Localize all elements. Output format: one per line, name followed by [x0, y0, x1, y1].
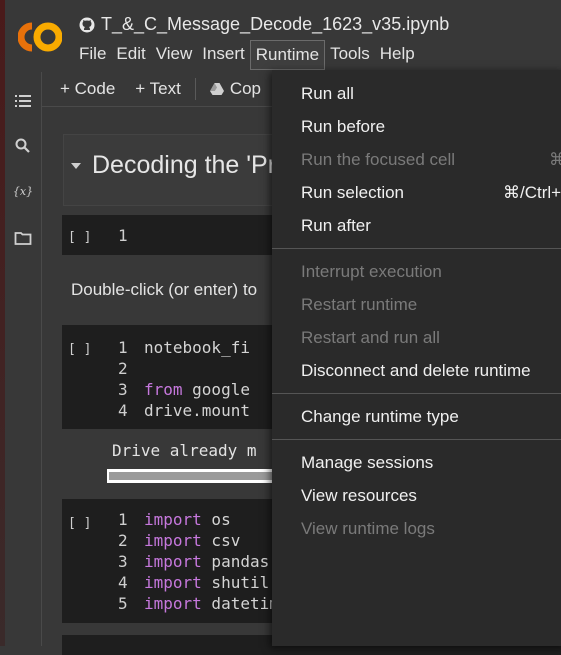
- menu-item-disconnect-and-delete-runtime[interactable]: Disconnect and delete runtime: [301, 361, 531, 381]
- collapse-caret-icon[interactable]: [71, 163, 81, 169]
- code-keyword: import: [144, 531, 202, 550]
- line-number: 4: [118, 401, 128, 420]
- menu-insert[interactable]: Insert: [197, 40, 250, 70]
- shortcut-run-selection: ⌘/Ctrl+: [503, 183, 561, 202]
- cell-output: Drive already m: [112, 441, 257, 460]
- menu-item-view-resources[interactable]: View resources: [301, 486, 417, 506]
- code-keyword: from: [144, 380, 183, 399]
- run-cell-button[interactable]: [ ]: [68, 516, 91, 531]
- github-icon: [79, 17, 95, 32]
- add-code-button[interactable]: + Code: [50, 79, 125, 99]
- menu-item-interrupt-execution: Interrupt execution: [301, 262, 442, 281]
- code-text: shutil: [201, 573, 270, 592]
- menu-item-run-selection[interactable]: Run selection: [301, 183, 404, 203]
- code-text: google: [182, 380, 250, 399]
- menu-item-run-all[interactable]: Run all: [301, 84, 354, 104]
- menu-item-change-runtime-type[interactable]: Change runtime type: [301, 407, 459, 427]
- menu-file[interactable]: File: [74, 40, 111, 70]
- line-number: 2: [118, 359, 128, 378]
- line-number: 4: [118, 573, 128, 592]
- output-progress-bar: [107, 469, 287, 483]
- menu-runtime[interactable]: Runtime: [249, 40, 326, 70]
- add-text-button[interactable]: + Text: [125, 79, 191, 99]
- drive-icon: [209, 83, 224, 95]
- menu-divider: [272, 393, 561, 394]
- search-icon[interactable]: [14, 137, 32, 155]
- code-keyword: import: [144, 510, 202, 529]
- menu-item-run-before[interactable]: Run before: [301, 117, 385, 137]
- menu-view[interactable]: View: [151, 40, 198, 70]
- code-text: pandas: [201, 552, 279, 571]
- line-number: 1: [118, 226, 128, 245]
- menu-item-run-focused-cell: Run the focused cell: [301, 150, 456, 169]
- text-cell[interactable]: Double-click (or enter) to: [71, 280, 257, 300]
- line-number: 2: [118, 531, 128, 550]
- variables-icon[interactable]: {x}: [14, 182, 32, 200]
- runtime-menu: Run all Run before Run the focused cell …: [272, 70, 561, 646]
- notebook-title[interactable]: T_&_C_Message_Decode_1623_v35.ipynb: [101, 14, 449, 35]
- menu-edit[interactable]: Edit: [111, 40, 150, 70]
- menu-item-run-after[interactable]: Run after: [301, 216, 371, 236]
- toolbar-divider: [194, 78, 196, 100]
- line-number: 3: [118, 380, 128, 399]
- colab-logo-icon[interactable]: [18, 22, 62, 52]
- svg-text:{x}: {x}: [14, 185, 32, 198]
- menu-help[interactable]: Help: [375, 40, 420, 70]
- code-line: notebook_fi: [144, 338, 250, 357]
- code-line: drive.mount: [144, 401, 250, 420]
- run-cell-button[interactable]: [ ]: [68, 230, 91, 245]
- run-cell-button[interactable]: [ ]: [68, 342, 91, 357]
- code-keyword: import: [144, 552, 202, 571]
- menu-item-restart-and-run-all: Restart and run all: [301, 328, 440, 347]
- line-number: 5: [118, 594, 128, 613]
- folder-icon[interactable]: [14, 229, 32, 247]
- menu-bar: File Edit View Insert Runtime Tools Help: [74, 40, 420, 70]
- copy-to-drive-button[interactable]: Cop: [200, 79, 271, 99]
- shortcut-run-focused-cell: ⌘: [549, 150, 561, 169]
- code-keyword: import: [144, 573, 202, 592]
- table-of-contents-icon[interactable]: [14, 92, 32, 110]
- code-editor[interactable]: 1 notebook_fi 2 3 from google 4 drive.mount: [118, 337, 250, 421]
- section-heading: Decoding the 'Pro: [92, 151, 290, 179]
- menu-divider: [272, 248, 561, 249]
- menu-tools[interactable]: Tools: [325, 40, 375, 70]
- progress-fill: [109, 472, 282, 480]
- line-number: 1: [118, 338, 128, 357]
- menu-item-restart-runtime: Restart runtime: [301, 295, 418, 314]
- code-text: os: [201, 510, 231, 529]
- line-number: 1: [118, 510, 128, 529]
- colab-window: T_&_C_Message_Decode_1623_v35.ipynb File…: [5, 0, 561, 655]
- menu-item-view-runtime-logs: View runtime logs: [301, 519, 435, 538]
- code-keyword: import: [144, 594, 202, 613]
- copy-to-drive-label: Cop: [229, 79, 262, 98]
- notebook-title-row: T_&_C_Message_Decode_1623_v35.ipynb: [79, 14, 449, 35]
- menu-item-manage-sessions[interactable]: Manage sessions: [301, 453, 433, 473]
- line-number: 3: [118, 552, 128, 571]
- left-rail: {x}: [5, 72, 42, 646]
- code-text: csv: [201, 531, 241, 550]
- menu-divider: [272, 439, 561, 440]
